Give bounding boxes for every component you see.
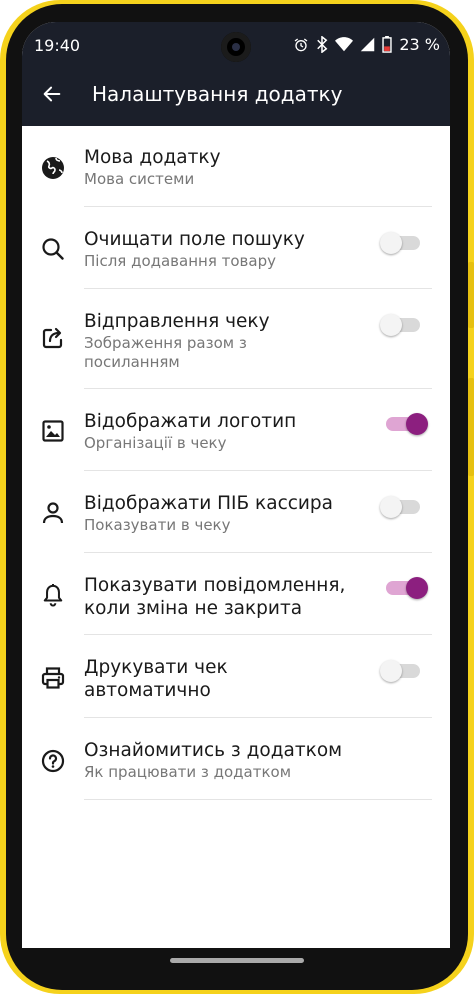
setting-title: Мова додатку bbox=[84, 147, 221, 168]
setting-title: Ознайомитись з додатком bbox=[84, 740, 343, 761]
globe-icon bbox=[40, 155, 66, 181]
setting-title: Показувати повідомлення, коли зміна не з… bbox=[84, 575, 346, 619]
setting-language-text: Мова додатку Мова системи bbox=[84, 146, 390, 189]
setting-show-logo-text: Відображати логотип Організації в чеку bbox=[84, 410, 390, 453]
wifi-icon bbox=[335, 37, 354, 52]
person-icon bbox=[40, 500, 66, 526]
share-icon bbox=[40, 325, 66, 351]
bell-icon bbox=[40, 582, 66, 608]
app-bar: 19:40 23 % Налаштування додатку bbox=[22, 22, 450, 126]
volume-button bbox=[468, 262, 474, 328]
setting-auto-print-text: Друкувати чек автоматично bbox=[84, 656, 350, 702]
setting-title: Друкувати чек автоматично bbox=[84, 657, 228, 701]
bluetooth-icon bbox=[316, 36, 328, 53]
show-logo-toggle[interactable] bbox=[386, 413, 428, 435]
setting-auto-print[interactable]: Друкувати чек автоматично bbox=[22, 636, 450, 719]
screen: 19:40 23 % Налаштування додатку Мова дод… bbox=[22, 22, 450, 970]
setting-notifications[interactable]: Показувати повідомлення, коли зміна не з… bbox=[22, 554, 450, 636]
setting-notifications-text: Показувати повідомлення, коли зміна не з… bbox=[84, 574, 370, 620]
divider bbox=[84, 288, 432, 289]
setting-send-receipt[interactable]: Відправлення чеку Зображення разом з пос… bbox=[22, 290, 450, 390]
setting-title: Відправлення чеку bbox=[84, 311, 270, 332]
setting-language[interactable]: Мова додатку Мова системи bbox=[22, 126, 450, 208]
divider bbox=[84, 634, 432, 635]
setting-title: Очищати поле пошуку bbox=[84, 229, 305, 250]
divider bbox=[84, 206, 432, 207]
setting-show-cashier-text: Відображати ПІБ кассира Показувати в чек… bbox=[84, 492, 390, 535]
setting-about-text: Ознайомитись з додатком Як працювати з д… bbox=[84, 739, 390, 782]
setting-send-receipt-text: Відправлення чеку Зображення разом з пос… bbox=[84, 310, 390, 372]
battery-low-icon bbox=[382, 36, 393, 53]
front-camera bbox=[221, 32, 251, 62]
image-icon bbox=[40, 418, 66, 444]
settings-list: Мова додатку Мова системи Очищати поле п… bbox=[22, 126, 450, 801]
setting-clear-search-text: Очищати поле пошуку Після додавання това… bbox=[84, 228, 390, 271]
notifications-toggle[interactable] bbox=[386, 577, 428, 599]
show-cashier-toggle[interactable] bbox=[380, 496, 420, 518]
back-button[interactable] bbox=[36, 80, 68, 112]
setting-clear-search[interactable]: Очищати поле пошуку Після додавання това… bbox=[22, 208, 450, 290]
battery-percent: 23 % bbox=[399, 35, 440, 54]
send-receipt-toggle[interactable] bbox=[380, 314, 420, 336]
search-icon bbox=[40, 236, 66, 262]
status-icons: 23 % bbox=[293, 35, 440, 54]
divider bbox=[84, 470, 432, 471]
printer-icon bbox=[40, 665, 66, 691]
divider bbox=[84, 799, 432, 800]
setting-title: Відображати логотип bbox=[84, 411, 297, 432]
clear-search-toggle[interactable] bbox=[380, 232, 420, 254]
setting-subtitle: Після додавання товару bbox=[84, 252, 276, 270]
divider bbox=[84, 388, 432, 389]
setting-show-logo[interactable]: Відображати логотип Організації в чеку bbox=[22, 390, 450, 472]
alarm-icon bbox=[293, 37, 309, 53]
auto-print-toggle[interactable] bbox=[380, 660, 420, 682]
home-indicator[interactable] bbox=[170, 958, 304, 963]
setting-subtitle: Як працювати з додатком bbox=[84, 763, 292, 781]
setting-subtitle: Мова системи bbox=[84, 170, 195, 188]
status-time: 19:40 bbox=[34, 36, 81, 55]
setting-subtitle: Показувати в чеку bbox=[84, 516, 231, 534]
divider bbox=[84, 717, 432, 718]
signal-icon bbox=[360, 37, 375, 52]
setting-title: Відображати ПІБ кассира bbox=[84, 493, 334, 514]
setting-subtitle: Організації в чеку bbox=[84, 434, 227, 452]
setting-about[interactable]: Ознайомитись з додатком Як працювати з д… bbox=[22, 719, 450, 801]
power-button bbox=[468, 378, 474, 476]
setting-subtitle: Зображення разом з посиланням bbox=[84, 334, 247, 371]
help-circle-icon bbox=[40, 748, 66, 774]
page-title: Налаштування додатку bbox=[92, 82, 343, 106]
arrow-left-icon bbox=[41, 83, 63, 109]
divider bbox=[84, 552, 432, 553]
setting-show-cashier[interactable]: Відображати ПІБ кассира Показувати в чек… bbox=[22, 472, 450, 554]
